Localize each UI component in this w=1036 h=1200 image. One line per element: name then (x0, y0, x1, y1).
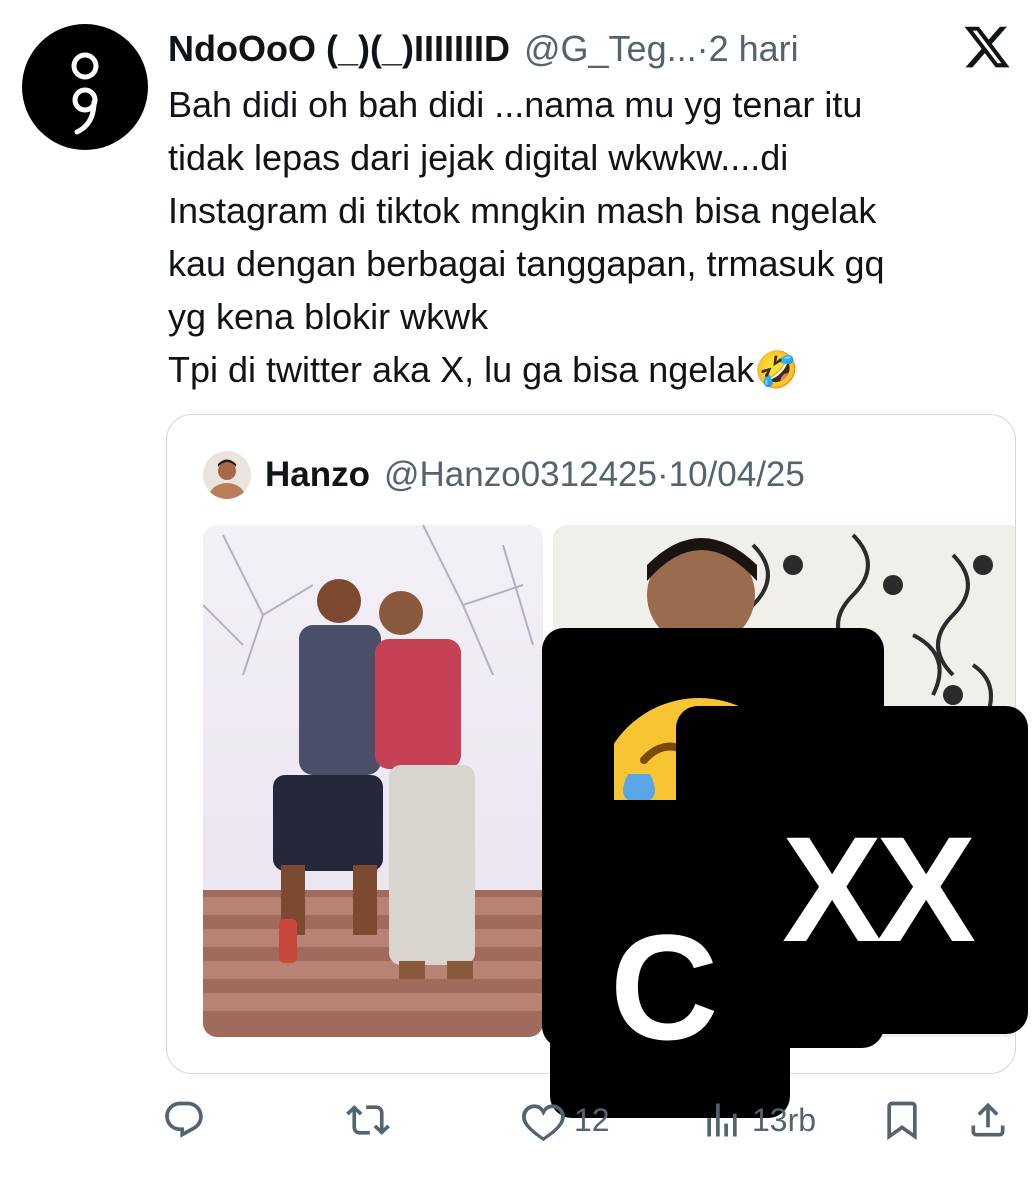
views-button[interactable]: 13rb (700, 1096, 816, 1144)
overlay-text: XX (782, 805, 976, 973)
heart-icon (522, 1104, 565, 1142)
semicolon-logo-icon (71, 52, 99, 135)
tweet-line: Instagram di tiktok mngkin mash bisa nge… (168, 190, 877, 231)
repost-button[interactable] (346, 1096, 390, 1144)
bookmark-icon (887, 1101, 917, 1141)
quoted-separator: · (656, 455, 669, 494)
avatar-photo-icon (203, 451, 251, 499)
overlay-text: C (610, 903, 719, 1071)
views-icon (707, 1103, 737, 1137)
quoted-author-avatar[interactable] (203, 451, 251, 499)
quoted-author-name[interactable]: Hanzo (265, 455, 370, 495)
tweet-time[interactable]: 2 hari (709, 28, 799, 70)
x-logo-icon (962, 22, 1012, 72)
tweet-header: NdoOoO (_)(_)IIIIIIID @G_Teg... · 2 hari (168, 26, 799, 72)
repost-icon (346, 1105, 390, 1135)
tweet-line: kau dengan berbagai tanggapan, trmasuk g… (168, 243, 885, 284)
tweet-line: Tpi di twitter aka X, lu ga bisa ngelak🤣 (168, 349, 800, 390)
share-button[interactable] (966, 1096, 1010, 1144)
like-button[interactable]: 12 (522, 1096, 610, 1144)
tweet-text: Bah didi oh bah didi ...nama mu yg tenar… (168, 78, 1018, 396)
author-avatar[interactable] (22, 24, 148, 150)
quoted-date[interactable]: 10/04/25 (669, 455, 805, 495)
tweet-line: Bah didi oh bah didi ...nama mu yg tenar… (168, 84, 863, 125)
like-count: 12 (574, 1101, 610, 1138)
tweet-line: tidak lepas dari jejak digital wkwkw....… (168, 137, 789, 178)
two-men-photo (203, 525, 543, 1037)
tweet-line: yg kena blokir wkwk (168, 296, 489, 337)
bookmark-button[interactable] (880, 1096, 924, 1144)
quoted-photo-1[interactable] (203, 525, 543, 1037)
quoted-tweet-header: Hanzo @Hanzo0312425 · 10/04/25 (203, 449, 805, 501)
reply-icon (165, 1101, 203, 1138)
header-separator: · (696, 28, 709, 69)
views-count: 13rb (752, 1101, 817, 1138)
author-name[interactable]: NdoOoO (_)(_)IIIIIIID (168, 28, 510, 70)
author-handle[interactable]: @G_Teg... (524, 28, 697, 70)
share-icon (971, 1102, 1005, 1137)
reply-button[interactable] (162, 1096, 206, 1144)
quoted-author-handle[interactable]: @Hanzo0312425 (384, 455, 657, 495)
